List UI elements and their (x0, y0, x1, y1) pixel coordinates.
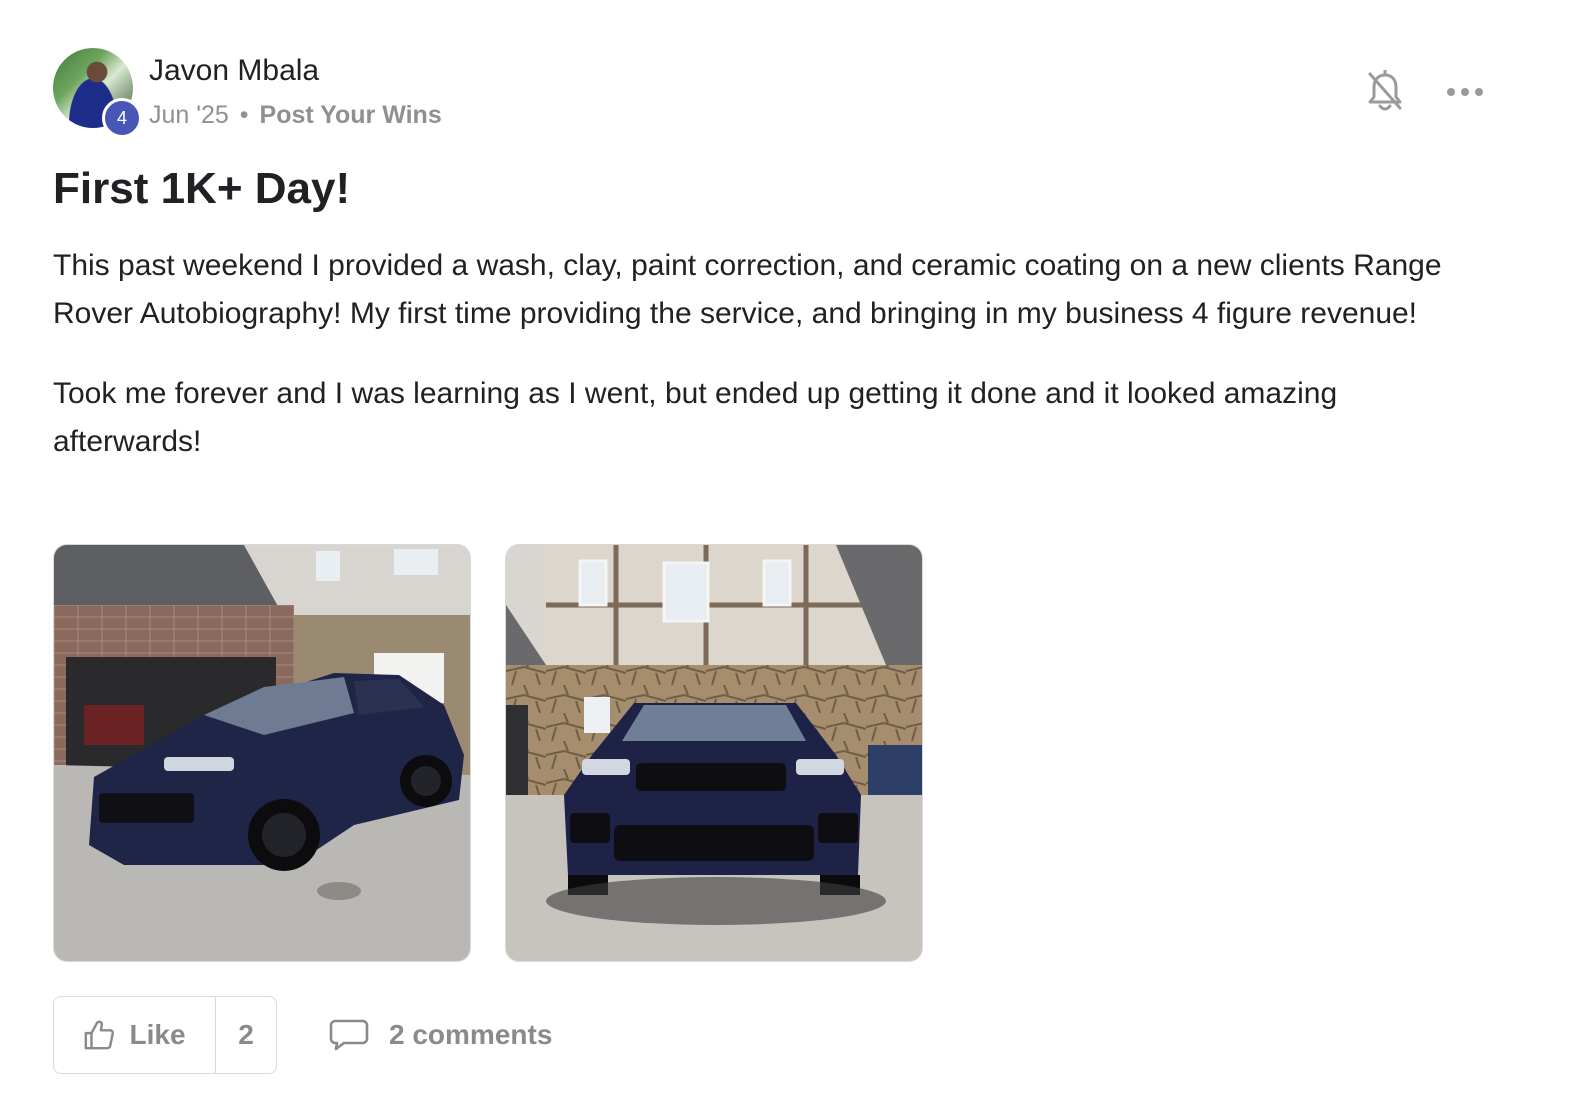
comments-label: 2 comments (389, 1019, 553, 1050)
author-name[interactable]: Javon Mbala (149, 54, 319, 88)
post-header: 4 Javon Mbala Jun '25 • Post Your Wins (53, 46, 1493, 138)
image-gallery (53, 544, 933, 962)
post-category[interactable]: Post Your Wins (260, 101, 442, 129)
post-meta: Jun '25 • Post Your Wins (149, 101, 442, 130)
meta-separator: • (239, 101, 249, 129)
like-count[interactable]: 2 (216, 997, 276, 1073)
post-title: First 1K+ Day! (53, 164, 351, 213)
like-group: Like 2 (53, 996, 277, 1074)
like-button[interactable]: Like (54, 997, 216, 1073)
post-body: This past weekend I provided a wash, cla… (53, 242, 1493, 466)
more-options-icon[interactable] (1445, 80, 1485, 104)
post-paragraph: Took me forever and I was learning as I … (53, 377, 1338, 458)
post-card: 4 Javon Mbala Jun '25 • Post Your Wins F… (53, 46, 1493, 1074)
comments-button[interactable]: 2 comments (329, 1016, 552, 1054)
comment-icon (329, 1019, 369, 1051)
post-paragraph: This past weekend I provided a wash, cla… (53, 249, 1442, 330)
bell-off-icon[interactable] (1367, 69, 1403, 114)
post-date: Jun '25 (149, 101, 229, 129)
level-badge: 4 (102, 98, 142, 138)
like-label: Like (129, 1019, 186, 1050)
post-image[interactable] (53, 544, 471, 962)
post-image[interactable] (505, 544, 923, 962)
thumbs-up-icon (85, 1020, 115, 1050)
